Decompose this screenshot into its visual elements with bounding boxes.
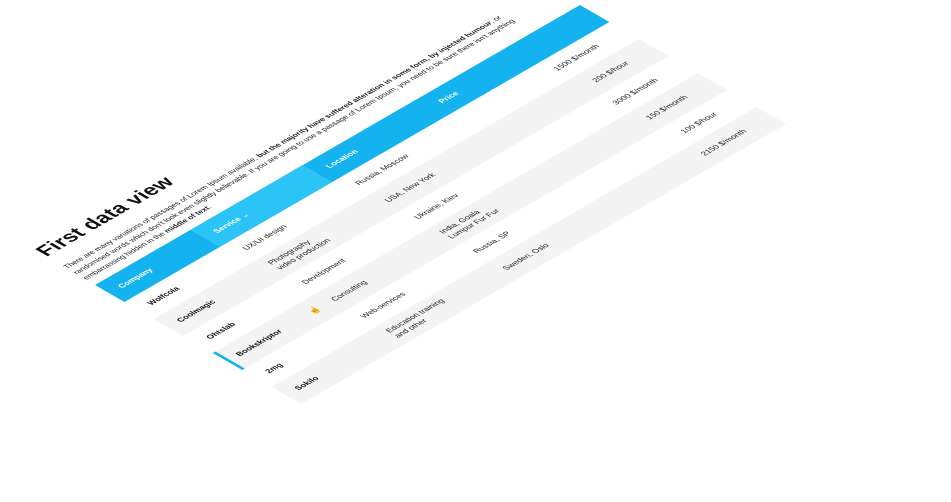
stage: First data view There are many variation… [0, 0, 951, 502]
column-header-company-label: Company [115, 266, 156, 290]
column-header-service-label: Service [211, 215, 244, 235]
column-header-price-label: Price [436, 90, 461, 105]
isometric-canvas: First data view There are many variation… [31, 0, 787, 404]
column-header-location-label: Location [323, 148, 361, 170]
